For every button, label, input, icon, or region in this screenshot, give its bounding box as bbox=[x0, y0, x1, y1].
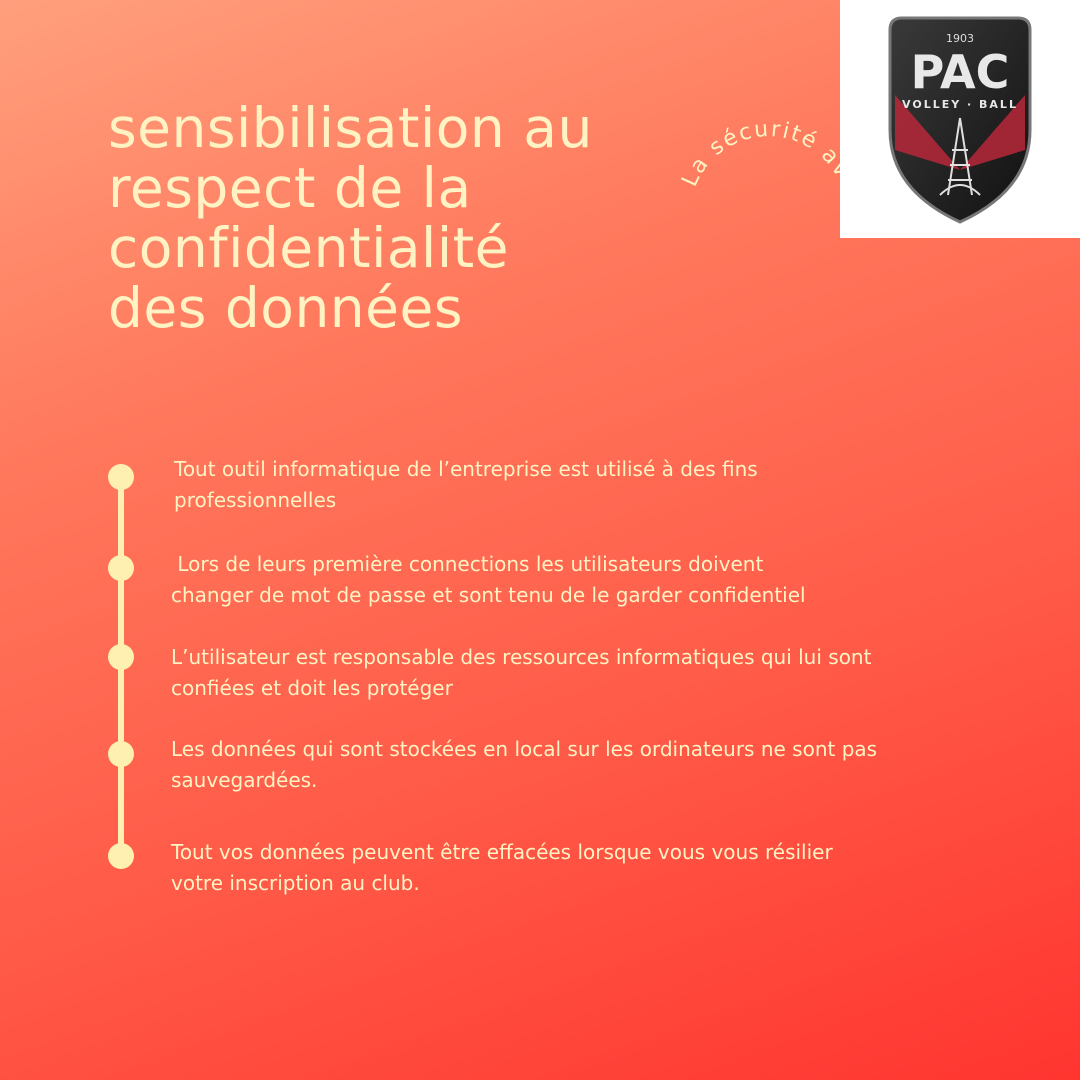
timeline-item-line: changer de mot de passe et sont tenu de … bbox=[171, 583, 806, 607]
timeline-item-line: votre inscription au club. bbox=[171, 871, 420, 895]
timeline-item: Tout vos données peuvent être effacées l… bbox=[171, 837, 971, 899]
timeline-dot bbox=[108, 464, 134, 490]
timeline-item: Les données qui sont stockées en local s… bbox=[171, 734, 971, 796]
svg-text:La sécurité avant tout: La sécurité avant tout bbox=[655, 28, 855, 190]
timeline-dot bbox=[108, 644, 134, 670]
logo-year: 1903 bbox=[946, 32, 974, 45]
timeline-item: Lors de leurs première connections les u… bbox=[171, 549, 971, 611]
timeline-item-line: sauvegardées. bbox=[171, 768, 318, 792]
arc-tagline: La sécurité avant tout bbox=[655, 28, 855, 190]
timeline-dot bbox=[108, 555, 134, 581]
logo-name: PAC bbox=[911, 45, 1010, 99]
page-title: sensibilisation au respect de la confide… bbox=[108, 98, 668, 338]
title-line: respect de la bbox=[108, 156, 472, 220]
club-logo: 1903 PAC VOLLEY · BALL bbox=[888, 16, 1032, 224]
arc-tagline-text: La sécurité avant tout bbox=[655, 28, 853, 190]
title-line: des données bbox=[108, 276, 463, 340]
timeline-item-line: Tout outil informatique de l’entreprise … bbox=[174, 457, 758, 481]
timeline-item-line: confiées et doit les protéger bbox=[171, 676, 453, 700]
timeline-item-line: Les données qui sont stockées en local s… bbox=[171, 737, 878, 761]
timeline-item: L’utilisateur est responsable des ressou… bbox=[171, 642, 971, 704]
timeline-item-line: L’utilisateur est responsable des ressou… bbox=[171, 645, 872, 669]
title-line: confidentialité bbox=[108, 216, 510, 280]
poster: sensibilisation au respect de la confide… bbox=[0, 0, 1080, 1080]
timeline-dot bbox=[108, 843, 134, 869]
title-line: sensibilisation au bbox=[108, 96, 593, 160]
club-logo-box: 1903 PAC VOLLEY · BALL bbox=[840, 0, 1080, 238]
timeline-item-line: professionnelles bbox=[174, 488, 337, 512]
logo-sub: VOLLEY · BALL bbox=[902, 98, 1018, 111]
timeline-item-line: Tout vos données peuvent être effacées l… bbox=[171, 840, 833, 864]
timeline-item: Tout outil informatique de l’entreprise … bbox=[174, 454, 974, 516]
timeline-dot bbox=[108, 741, 134, 767]
timeline-item-line: Lors de leurs première connections les u… bbox=[171, 552, 764, 576]
